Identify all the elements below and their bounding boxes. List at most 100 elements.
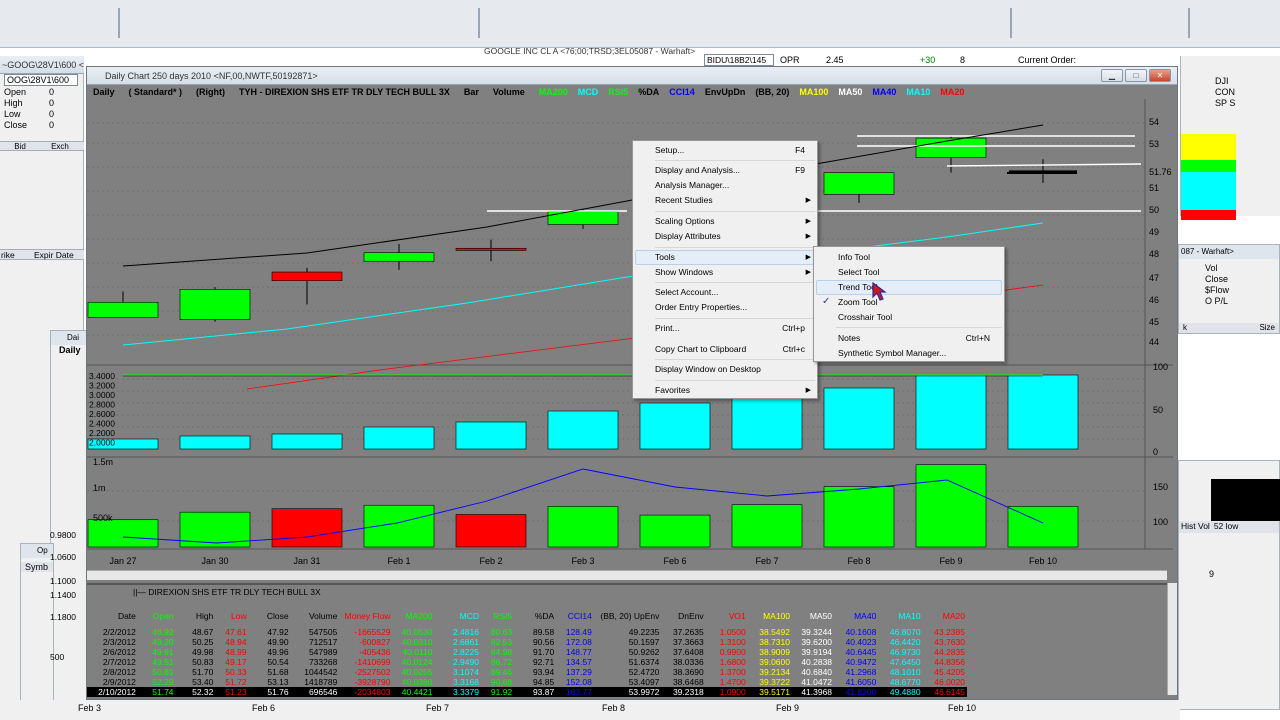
price-axis-label: 48: [1149, 249, 1159, 259]
indicator-label[interactable]: MA40: [872, 87, 896, 97]
submenu-item[interactable]: Zoom Tool ✓: [814, 296, 1004, 309]
table-row[interactable]: 2/9/2012 52.29 53.40 51.72 53.13 1418789 -3928…: [87, 677, 967, 687]
table-column-header[interactable]: MA10: [878, 599, 922, 621]
table-row[interactable]: 2/10/2012 51.74 52.32 51.23 51.76 696546 -2034…: [87, 687, 967, 697]
table-row[interactable]: 2/8/2012 50.81 51.70 50.33 51.68 1044542 -2527…: [87, 667, 967, 677]
bid-column-header[interactable]: Bid: [0, 142, 40, 151]
symbol-field[interactable]: OOG\28V1\600: [4, 74, 78, 86]
index-label: CON: [1215, 87, 1235, 97]
menu-item[interactable]: Print... Ctrl+p: [633, 323, 817, 335]
chart-horizontal-scrollbar[interactable]: [87, 570, 1167, 580]
menu-item[interactable]: Recent Studies ▶: [633, 195, 817, 207]
submenu-item[interactable]: Crosshair Tool: [814, 312, 1004, 324]
table-column-header[interactable]: Money Flow: [339, 599, 392, 621]
submenu-item[interactable]: Synthetic Symbol Manager...: [814, 348, 1004, 360]
table-column-header[interactable]: MA20: [923, 599, 967, 621]
menu-item[interactable]: Order Entry Properties...: [633, 302, 817, 314]
menu-item[interactable]: Scaling Options ▶: [633, 216, 817, 228]
yellow-cell: [1181, 134, 1236, 160]
menu-item[interactable]: Analysis Manager...: [633, 180, 817, 192]
size-column-header[interactable]: Size: [1259, 323, 1275, 333]
maximize-button[interactable]: □: [1125, 69, 1147, 82]
bidu-symbol-field[interactable]: BIDU\18B2\145: [704, 54, 774, 66]
indicator-axis-label: 2.8000: [89, 400, 115, 410]
indicator-label[interactable]: RSI5: [608, 87, 628, 97]
hist-vol-column-header[interactable]: Hist Vol: [1181, 521, 1210, 533]
table-column-header[interactable]: DnEnv: [661, 599, 705, 621]
candle-body: [363, 252, 435, 262]
ohlc-label: Close: [4, 120, 28, 130]
indicator-label[interactable]: EnvUpDn: [705, 87, 746, 97]
indicator-label[interactable]: MA100: [799, 87, 828, 97]
menu-item[interactable]: Favorites ▶: [633, 385, 817, 397]
table-vertical-scrollbar[interactable]: [1167, 583, 1177, 695]
table-column-header[interactable]: MA50: [792, 599, 834, 621]
candle-body: [823, 172, 895, 195]
table-row[interactable]: 2/7/2012 49.51 50.83 49.17 50.54 733268 -14106…: [87, 657, 967, 667]
submenu-item[interactable]: Trend Tool: [814, 282, 1004, 294]
table-column-header[interactable]: MA100: [748, 599, 792, 621]
indicator-label[interactable]: MA50: [838, 87, 862, 97]
minimize-button[interactable]: ▁: [1101, 69, 1123, 82]
table-column-header[interactable]: RSI5: [481, 599, 514, 621]
table-column-header[interactable]: CCI14: [556, 599, 594, 621]
table-column-header[interactable]: MA40: [834, 599, 878, 621]
table-column-header[interactable]: MCD: [434, 599, 480, 621]
table-row[interactable]: 2/3/2012 49.20 50.25 48.94 49.90 712517 -60082…: [87, 637, 967, 647]
table-column-header[interactable]: Date: [87, 599, 138, 621]
menu-item[interactable]: Display and Analysis... F9: [633, 165, 817, 177]
indicator-label[interactable]: (BB, 20): [755, 87, 789, 97]
table-column-header[interactable]: %DA: [514, 599, 556, 621]
table-column-header[interactable]: Close: [249, 599, 291, 621]
table-cell: 40.6840: [801, 667, 833, 677]
size-header: k Size: [1179, 323, 1279, 333]
table-cell: 40.6445: [845, 647, 877, 657]
expir-date-column-header[interactable]: Expir Date: [34, 250, 84, 260]
interval-label[interactable]: Daily: [93, 87, 115, 97]
table-column-header[interactable]: Volume: [291, 599, 340, 621]
menu-separator: [655, 359, 815, 360]
background-date-label: Feb 7: [426, 703, 450, 713]
submenu-item[interactable]: Info Tool: [814, 252, 1004, 264]
close-button[interactable]: ✕: [1149, 69, 1171, 82]
table-column-header[interactable]: VO1: [706, 599, 748, 621]
menu-item[interactable]: Show Windows ▶: [633, 267, 817, 279]
position-fields: Vol Close $Flow O P/L: [1205, 263, 1229, 307]
strike-column-header[interactable]: rike: [0, 250, 34, 260]
table-row[interactable]: 2/2/2012 48.92 48.67 47.61 47.92 547505 -16655…: [87, 627, 967, 637]
submenu-item[interactable]: Notes Ctrl+N: [814, 333, 1004, 345]
menu-item[interactable]: Display Attributes ▶: [633, 231, 817, 243]
table-row[interactable]: 2/6/2012 49.91 49.98 48.99 49.96 547989 -40543…: [87, 647, 967, 657]
indicator-label[interactable]: %DA: [638, 87, 659, 97]
table-cell: 50.33: [225, 667, 247, 677]
table-cell: 51.68: [267, 667, 289, 677]
column-header[interactable]: k: [1183, 323, 1187, 333]
menu-item[interactable]: Select Account...: [633, 287, 817, 299]
axis-side-label[interactable]: (Right): [196, 87, 225, 97]
table-cell: 46.4420: [889, 637, 921, 647]
indicator-label[interactable]: MA10: [906, 87, 930, 97]
table-cell: 2/7/2012: [102, 657, 136, 667]
indicator-label[interactable]: CCI14: [669, 87, 695, 97]
table-column-header[interactable]: High: [176, 599, 216, 621]
menu-item[interactable]: Display Window on Desktop: [633, 364, 817, 376]
submenu-item[interactable]: Select Tool: [814, 267, 1004, 279]
table-cell: 37.2635: [672, 627, 704, 637]
symbol-column-header[interactable]: Symb: [21, 562, 53, 572]
date-axis-label: Feb 8: [847, 556, 870, 566]
submenu-item-label: Select Tool: [838, 267, 880, 277]
exch-column-header[interactable]: Exch: [40, 142, 80, 151]
table-column-header[interactable]: MA200: [392, 599, 434, 621]
52-low-column-header[interactable]: 52 low: [1214, 521, 1239, 533]
indicator-label[interactable]: MA200: [539, 87, 568, 97]
menu-item[interactable]: Setup... F4: [633, 145, 817, 157]
menu-item[interactable]: Copy Chart to Clipboard Ctrl+c: [633, 344, 817, 356]
table-column-header[interactable]: Low: [215, 599, 248, 621]
table-column-header[interactable]: (BB, 20) UpEnv: [594, 599, 662, 621]
menu-item[interactable]: Tools ▶: [633, 252, 817, 264]
table-column-header[interactable]: Open: [138, 599, 176, 621]
table-cell: 3.1074: [452, 667, 479, 677]
indicator-label[interactable]: MA20: [940, 87, 964, 97]
indicator-label[interactable]: MCD: [578, 87, 599, 97]
style-label[interactable]: ( Standard* ): [129, 87, 183, 97]
